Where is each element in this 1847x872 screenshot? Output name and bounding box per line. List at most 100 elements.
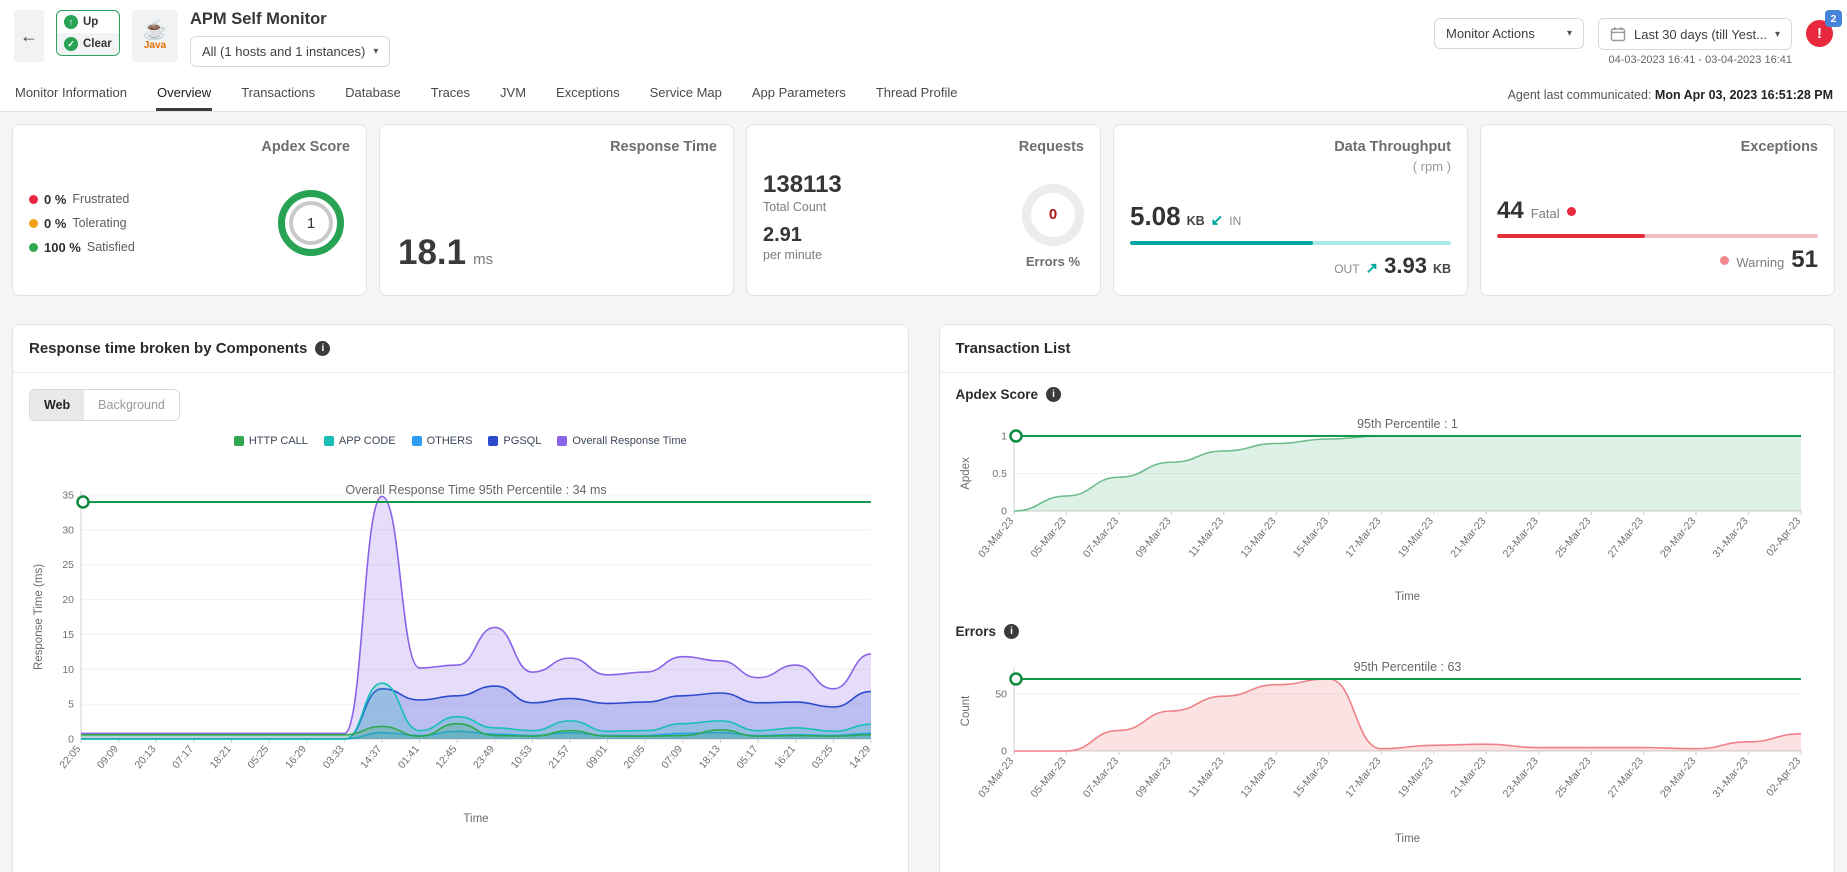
- legend-item-app-code[interactable]: APP CODE: [324, 435, 396, 447]
- requests-total-label: Total Count: [763, 200, 842, 214]
- toggle-web[interactable]: Web: [30, 390, 84, 420]
- svg-text:23-Mar-23: 23-Mar-23: [1500, 755, 1540, 800]
- svg-text:16:29: 16:29: [283, 743, 309, 771]
- status-up: ↑ Up: [57, 11, 119, 33]
- exceptions-card: Exceptions 44 Fatal Warning 51: [1480, 124, 1835, 296]
- svg-text:11-Mar-23: 11-Mar-23: [1186, 515, 1226, 559]
- transaction-list-panel: Transaction List Apdex Score i 00.5103-M…: [939, 324, 1836, 872]
- tab-transactions[interactable]: Transactions: [240, 77, 316, 111]
- svg-text:19-Mar-23: 19-Mar-23: [1395, 515, 1435, 560]
- apdex-chart[interactable]: 00.5103-Mar-2305-Mar-2307-Mar-2309-Mar-2…: [956, 410, 1816, 605]
- errors-chart[interactable]: 05003-Mar-2305-Mar-2307-Mar-2309-Mar-231…: [956, 647, 1816, 847]
- throughput-out-unit: KB: [1433, 262, 1451, 276]
- info-icon[interactable]: i: [1046, 387, 1061, 402]
- throughput-in-label: IN: [1229, 214, 1241, 228]
- monitor-status-box: ↑ Up ✓ Clear: [56, 10, 120, 56]
- tab-monitor-information[interactable]: Monitor Information: [14, 77, 128, 111]
- svg-text:14:37: 14:37: [358, 743, 384, 771]
- svg-text:05-Mar-23: 05-Mar-23: [1028, 755, 1068, 800]
- tab-thread-profile[interactable]: Thread Profile: [875, 77, 959, 111]
- tab-overview[interactable]: Overview: [156, 77, 212, 111]
- svg-text:31-Mar-23: 31-Mar-23: [1710, 755, 1750, 800]
- svg-text:22:05: 22:05: [57, 743, 83, 771]
- web-background-toggle: Web Background: [29, 389, 180, 421]
- requests-rate-value: 2.91: [763, 224, 842, 247]
- in-arrow-icon: ↙: [1211, 211, 1224, 229]
- card-title: Apdex Score: [261, 139, 350, 155]
- legend-item-http-call[interactable]: HTTP CALL: [234, 435, 308, 447]
- alerts-button[interactable]: ! 2: [1806, 20, 1833, 47]
- info-icon[interactable]: i: [1004, 624, 1019, 639]
- requests-rate-label: per minute: [763, 248, 842, 262]
- response-time-value: 18.1: [398, 233, 466, 273]
- throughput-title: Data Throughput: [1334, 139, 1451, 155]
- svg-text:16:21: 16:21: [772, 743, 798, 771]
- tab-traces[interactable]: Traces: [430, 77, 471, 111]
- components-chart-legend: HTTP CALL APP CODE OTHERS PGSQL Overall Resp…: [13, 435, 908, 447]
- svg-text:07:09: 07:09: [659, 743, 685, 771]
- frustrated-dot-icon: [29, 195, 38, 204]
- date-range-value: Last 30 days (till Yest...: [1634, 27, 1767, 42]
- satisfied-dot-icon: [29, 243, 38, 252]
- svg-text:25: 25: [62, 559, 74, 571]
- tab-database[interactable]: Database: [344, 77, 402, 111]
- instance-selector[interactable]: All (1 hosts and 1 instances) ▾: [190, 36, 390, 67]
- svg-text:23:49: 23:49: [471, 743, 497, 771]
- throughput-unit-subtitle: ( rpm ): [1334, 159, 1451, 174]
- svg-text:03:25: 03:25: [810, 743, 836, 771]
- back-button[interactable]: ←: [14, 10, 44, 62]
- back-icon: ←: [20, 26, 38, 46]
- apdex-score-value: 1: [307, 215, 315, 232]
- satisfied-value: 100 %: [44, 240, 81, 255]
- tolerating-dot-icon: [29, 219, 38, 228]
- java-icon: ☕: [143, 21, 167, 40]
- svg-text:18:21: 18:21: [208, 743, 234, 771]
- errors-percent-ring: 0: [1022, 184, 1084, 246]
- check-icon: ✓: [64, 37, 78, 51]
- monitor-actions-dropdown[interactable]: Monitor Actions ▾: [1434, 18, 1584, 49]
- legend-item-pgsql[interactable]: PGSQL: [488, 435, 541, 447]
- apdex-tolerating-row: 0 % Tolerating: [29, 216, 135, 231]
- warning-dot-icon: [1720, 256, 1729, 265]
- response-time-unit: ms: [473, 251, 493, 268]
- svg-text:25-Mar-23: 25-Mar-23: [1553, 755, 1593, 800]
- agent-last-communicated-value: Mon Apr 03, 2023 16:51:28 PM: [1655, 88, 1833, 102]
- card-title: Exceptions: [1741, 139, 1818, 155]
- svg-text:Overall Response Time 95th Per: Overall Response Time 95th Percentile : …: [345, 483, 606, 497]
- legend-item-overall-response-time[interactable]: Overall Response Time: [557, 435, 686, 447]
- tab-exceptions[interactable]: Exceptions: [555, 77, 621, 111]
- date-range-picker[interactable]: Last 30 days (till Yest... ▾: [1598, 18, 1792, 50]
- svg-text:23-Mar-23: 23-Mar-23: [1500, 515, 1540, 560]
- throughput-in-value: 5.08: [1130, 201, 1181, 232]
- components-chart[interactable]: 0510152025303522:0509:0920:1307:1718:210…: [29, 449, 889, 827]
- warning-label: Warning: [1736, 255, 1784, 270]
- fatal-dot-icon: [1567, 207, 1576, 216]
- info-icon[interactable]: i: [315, 341, 330, 356]
- svg-text:09:01: 09:01: [584, 743, 610, 771]
- tolerating-value: 0 %: [44, 216, 66, 231]
- toggle-background[interactable]: Background: [84, 390, 179, 420]
- tab-app-parameters[interactable]: App Parameters: [751, 77, 847, 111]
- svg-text:1: 1: [1001, 431, 1007, 443]
- errors-percent-label: Errors %: [1026, 254, 1080, 269]
- out-arrow-icon: ↗: [1366, 259, 1379, 277]
- fatal-label: Fatal: [1531, 206, 1560, 221]
- monitor-actions-label: Monitor Actions: [1446, 26, 1535, 41]
- svg-text:12:45: 12:45: [433, 743, 459, 771]
- svg-text:20:13: 20:13: [132, 743, 158, 771]
- tab-jvm[interactable]: JVM: [499, 77, 527, 111]
- alert-count-badge: 2: [1825, 10, 1842, 27]
- svg-text:30: 30: [62, 524, 74, 536]
- panel-title: Transaction List: [956, 340, 1071, 357]
- exceptions-bar: [1497, 234, 1818, 238]
- page-title: APM Self Monitor: [190, 10, 390, 29]
- throughput-out-label: OUT: [1334, 262, 1359, 276]
- response-components-panel: Response time broken by Components i Web…: [12, 324, 909, 872]
- svg-text:10:53: 10:53: [509, 743, 535, 771]
- card-title: Requests: [1019, 139, 1084, 155]
- tab-service-map[interactable]: Service Map: [649, 77, 723, 111]
- chevron-down-icon: ▾: [1775, 29, 1780, 40]
- top-header: ← ↑ Up ✓ Clear ☕ Java APM Self Monitor A…: [0, 0, 1847, 78]
- legend-item-others[interactable]: OTHERS: [412, 435, 473, 447]
- svg-text:10: 10: [62, 664, 74, 676]
